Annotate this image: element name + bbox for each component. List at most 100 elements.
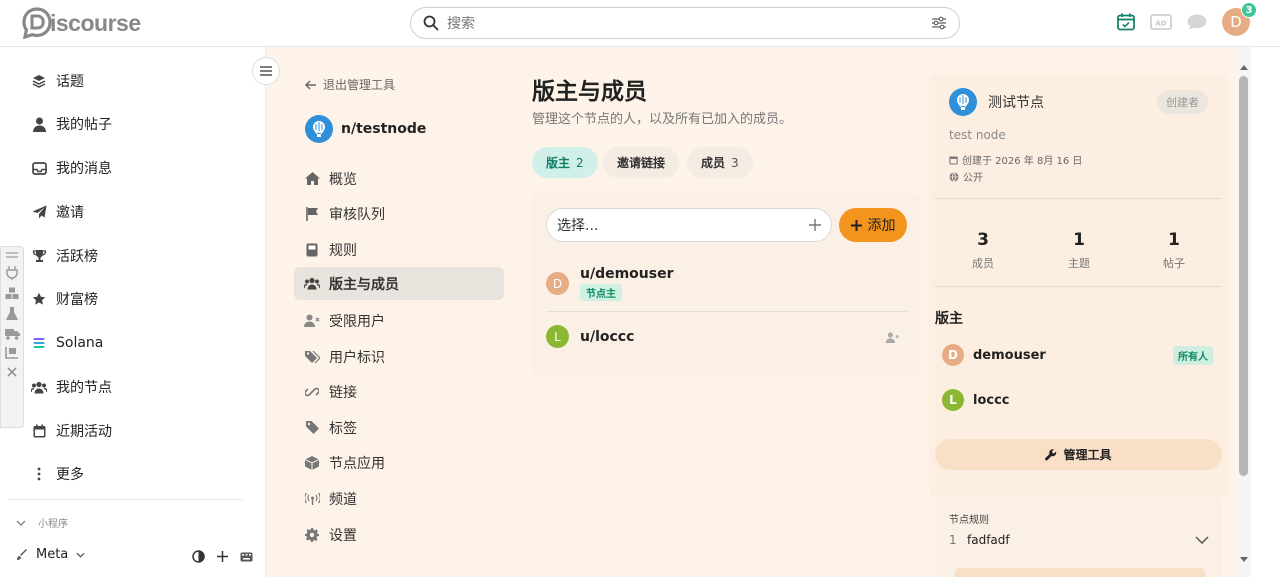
tab-members[interactable]: 成员 3 bbox=[687, 147, 753, 178]
search-icon bbox=[423, 15, 439, 31]
nav-restricted-users[interactable]: 受限用户 bbox=[294, 304, 504, 337]
member-name[interactable]: u/loccc bbox=[580, 329, 634, 345]
plug-icon[interactable] bbox=[6, 266, 18, 280]
user-avatar[interactable]: D 3 bbox=[1222, 2, 1257, 36]
notification-badge: 3 bbox=[1241, 2, 1257, 18]
nav-node-apps[interactable]: 节点应用 bbox=[294, 446, 504, 479]
nav-user-badges[interactable]: 用户标识 bbox=[294, 340, 504, 373]
owner-badge: 所有人 bbox=[1173, 346, 1213, 365]
sidebar-item-recent-activity[interactable]: 近期活动 bbox=[30, 419, 112, 443]
sidebar-item-invite[interactable]: 邀请 bbox=[30, 200, 84, 224]
avatar: L bbox=[942, 389, 964, 411]
user-select-input[interactable]: 选择... bbox=[546, 208, 832, 242]
sidebar-divider bbox=[8, 499, 243, 500]
member-row[interactable]: L u/loccc bbox=[546, 325, 634, 348]
rule-index: 1 bbox=[949, 533, 957, 547]
broadcast-icon bbox=[304, 492, 320, 505]
rule-item[interactable]: 1 fadfadf bbox=[949, 533, 1209, 547]
collapse-sidebar-button[interactable] bbox=[252, 57, 280, 85]
dolly-icon[interactable] bbox=[5, 347, 19, 360]
sidebar-item-leaderboard[interactable]: 活跃榜 bbox=[30, 244, 98, 268]
nav-tags[interactable]: 标签 bbox=[294, 411, 504, 444]
visibility-label: 公开 bbox=[963, 173, 983, 184]
stat-label: 成员 bbox=[972, 257, 994, 270]
sidebar-footer-actions bbox=[192, 550, 253, 563]
search-bar[interactable]: 搜索 bbox=[410, 7, 960, 39]
created-date: 创建于 2026 年 8月 16 日 bbox=[962, 156, 1083, 167]
globe-icon bbox=[949, 171, 959, 182]
add-button[interactable]: 添加 bbox=[839, 208, 907, 242]
tab-label: 成员 bbox=[701, 156, 726, 170]
site-logo[interactable]: iscourse bbox=[22, 6, 141, 40]
admin-tools-label: 管理工具 bbox=[1063, 448, 1112, 462]
plus-icon[interactable] bbox=[217, 551, 228, 562]
sidebar-item-my-posts[interactable]: 我的帖子 bbox=[30, 112, 112, 136]
close-icon[interactable] bbox=[7, 367, 17, 377]
next-rule-peek bbox=[955, 568, 1205, 577]
moderators-heading: 版主 bbox=[935, 311, 963, 327]
admin-tools-button[interactable]: 管理工具 bbox=[935, 439, 1222, 470]
stat-topics: 1 主题 bbox=[1031, 230, 1127, 271]
users-icon bbox=[304, 277, 320, 290]
meta-dropdown[interactable]: Meta bbox=[16, 547, 85, 562]
exit-admin-link[interactable]: 退出管理工具 bbox=[305, 76, 395, 93]
member-row[interactable]: D u/demouser 节点主 bbox=[546, 266, 674, 301]
moderator-name: demouser bbox=[973, 347, 1046, 363]
sidebar-item-wealth[interactable]: 财富榜 bbox=[30, 287, 98, 311]
scroll-down-icon[interactable] bbox=[1240, 557, 1248, 563]
avatar: L bbox=[546, 325, 569, 348]
exit-admin-label: 退出管理工具 bbox=[323, 78, 396, 92]
moderator-row[interactable]: D demouser bbox=[942, 344, 1046, 366]
nav-links[interactable]: 链接 bbox=[294, 375, 504, 408]
user-avatar-letter: D bbox=[1230, 13, 1242, 31]
truck-icon[interactable] bbox=[4, 328, 20, 340]
sidebar-item-label: 更多 bbox=[56, 467, 84, 483]
inbox-icon bbox=[30, 161, 48, 175]
node-description: test node bbox=[949, 128, 1006, 142]
nav-rules[interactable]: 规则 bbox=[294, 233, 504, 266]
calendar-icon bbox=[30, 424, 48, 438]
nav-label: 概览 bbox=[329, 171, 357, 188]
sidebar-item-my-messages[interactable]: 我的消息 bbox=[30, 156, 112, 180]
nav-review-queue[interactable]: 审核队列 bbox=[294, 197, 504, 230]
ad-icon[interactable]: AD bbox=[1150, 13, 1172, 31]
stat-number: 3 bbox=[977, 230, 989, 250]
scrollbar-thumb[interactable] bbox=[1239, 76, 1248, 476]
divider bbox=[935, 286, 1222, 287]
moderator-row[interactable]: L loccc bbox=[942, 389, 1010, 411]
search-input[interactable]: 搜索 bbox=[447, 13, 931, 33]
sidebar-item-solana[interactable]: Solana bbox=[30, 331, 103, 355]
moderator-name: loccc bbox=[973, 392, 1010, 408]
flask-icon[interactable] bbox=[6, 307, 18, 321]
nav-settings[interactable]: 设置 bbox=[294, 518, 504, 551]
sidebar-item-label: 近期活动 bbox=[56, 424, 112, 440]
nav-moderators-members[interactable]: 版主与成员 bbox=[294, 267, 504, 300]
remove-moderator-icon[interactable] bbox=[885, 332, 900, 343]
theme-toggle-icon[interactable] bbox=[192, 550, 205, 563]
divider bbox=[935, 198, 1222, 199]
sidebar-section-header[interactable]: 小程序 bbox=[16, 515, 68, 530]
sidebar-item-label: Solana bbox=[56, 335, 104, 351]
member-name[interactable]: u/demouser bbox=[580, 266, 674, 282]
sidebar-item-more[interactable]: 更多 bbox=[30, 462, 84, 486]
sidebar-item-topics[interactable]: 话题 bbox=[30, 69, 84, 93]
sidebar-item-label: 话题 bbox=[56, 74, 84, 90]
nav-label: 设置 bbox=[329, 527, 357, 544]
stat-members: 3 成员 bbox=[935, 230, 1031, 271]
user-icon bbox=[30, 117, 48, 132]
filter-sliders-icon[interactable] bbox=[931, 16, 947, 30]
tab-moderators[interactable]: 版主 2 bbox=[532, 147, 598, 178]
rules-heading: 节点规则 bbox=[949, 515, 989, 526]
calendar-check-icon[interactable] bbox=[1116, 12, 1136, 32]
stat-label: 帖子 bbox=[1163, 257, 1185, 270]
stat-number: 1 bbox=[1168, 230, 1180, 250]
cubes-icon[interactable] bbox=[5, 287, 19, 300]
scroll-up-icon[interactable] bbox=[1240, 64, 1248, 70]
tab-invite-links[interactable]: 邀请链接 bbox=[603, 147, 680, 178]
drag-handle-icon[interactable] bbox=[6, 251, 18, 259]
keyboard-icon[interactable] bbox=[240, 552, 253, 562]
nav-overview[interactable]: 概览 bbox=[294, 162, 504, 195]
sidebar-item-my-nodes[interactable]: 我的节点 bbox=[30, 375, 112, 399]
chat-bubble-icon[interactable] bbox=[1186, 13, 1208, 31]
nav-channels[interactable]: 频道 bbox=[294, 482, 504, 515]
